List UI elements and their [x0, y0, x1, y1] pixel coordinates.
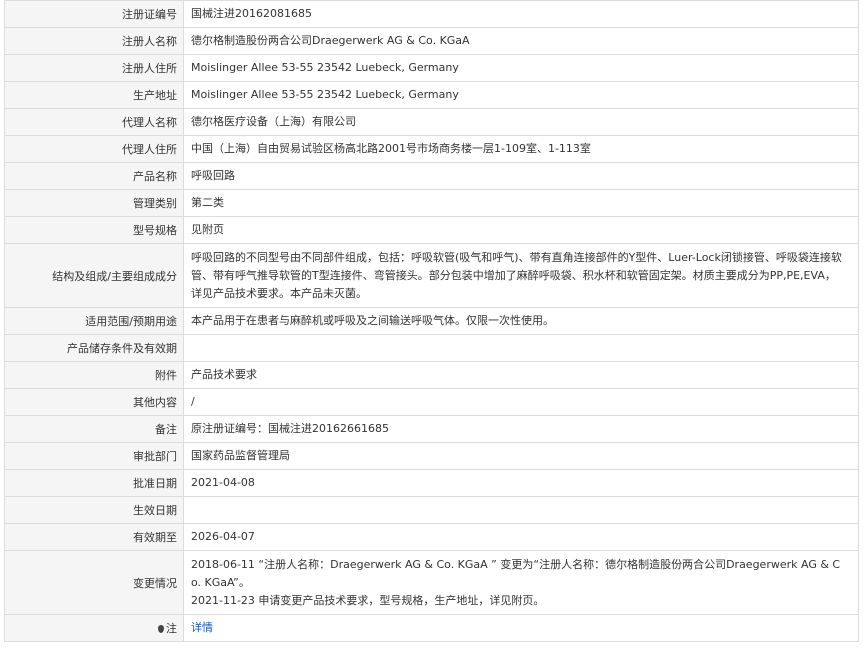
table-row: 备注 原注册证编号：国械注进20162661685	[4, 415, 859, 443]
field-label: 变更情况	[4, 550, 184, 615]
table-row: 适用范围/预期用途 本产品用于在患者与麻醉机或呼吸及之间输送呼吸气体。仅限一次性…	[4, 307, 859, 335]
note-label: 注	[166, 622, 177, 635]
table-row: 代理人住所 中国（上海）自由贸易试验区杨高北路2001号市场商务楼一层1-109…	[4, 135, 859, 163]
table-row: 其他内容 /	[4, 388, 859, 416]
table-row: 附件 产品技术要求	[4, 361, 859, 389]
field-value: 本产品用于在患者与麻醉机或呼吸及之间输送呼吸气体。仅限一次性使用。	[183, 307, 859, 335]
field-label: 生产地址	[4, 81, 184, 109]
details-link[interactable]: 详情	[191, 621, 213, 634]
field-label: 产品名称	[4, 162, 184, 190]
field-value: /	[183, 388, 859, 416]
table-row: 批准日期 2021-04-08	[4, 469, 859, 497]
field-value: 呼吸回路	[183, 162, 859, 190]
registration-info-panel: 注册证编号 国械注进20162081685 注册人名称 德尔格制造股份两合公司D…	[4, 0, 859, 642]
field-label: 代理人住所	[4, 135, 184, 163]
field-label: 注册人住所	[4, 54, 184, 82]
field-label: 其他内容	[4, 388, 184, 416]
field-label: 审批部门	[4, 442, 184, 470]
field-value: Moislinger Allee 53-55 23542 Luebeck, Ge…	[183, 54, 859, 82]
table-row: 代理人名称 德尔格医疗设备（上海）有限公司	[4, 108, 859, 136]
table-row: 产品名称 呼吸回路	[4, 162, 859, 190]
field-label: 批准日期	[4, 469, 184, 497]
field-label: 结构及组成/主要组成成分	[4, 243, 184, 308]
field-label: 备注	[4, 415, 184, 443]
table-row: 产品储存条件及有效期	[4, 334, 859, 362]
field-label: 管理类别	[4, 189, 184, 217]
field-label: 代理人名称	[4, 108, 184, 136]
table-row: 注册证编号 国械注进20162081685	[4, 0, 859, 28]
value-line: 呼吸回路的不同型号由不同部件组成，包括：呼吸软管(吸气和呼气)、带有直角连接部件…	[191, 250, 842, 264]
registration-table: 注册证编号 国械注进20162081685 注册人名称 德尔格制造股份两合公司D…	[4, 0, 859, 642]
table-row: 生产地址 Moislinger Allee 53-55 23542 Luebec…	[4, 81, 859, 109]
field-value: 国械注进20162081685	[183, 0, 859, 28]
field-value: 中国（上海）自由贸易试验区杨高北路2001号市场商务楼一层1-109室、1-11…	[183, 135, 859, 163]
table-row: 有效期至 2026-04-07	[4, 523, 859, 551]
field-value: 原注册证编号：国械注进20162661685	[183, 415, 859, 443]
field-value: 呼吸回路的不同型号由不同部件组成，包括：呼吸软管(吸气和呼气)、带有直角连接部件…	[183, 243, 859, 308]
table-row: 审批部门 国家药品监督管理局	[4, 442, 859, 470]
table-row: 生效日期	[4, 496, 859, 524]
value-line: o. KGaA”。	[191, 575, 250, 589]
field-value	[183, 334, 859, 362]
field-label: 注	[4, 614, 184, 642]
table-row: 注册人住所 Moislinger Allee 53-55 23542 Luebe…	[4, 54, 859, 82]
field-value: 国家药品监督管理局	[183, 442, 859, 470]
field-value: 2018-06-11 “注册人名称：Draegerwerk AG & Co. K…	[183, 550, 859, 615]
field-value	[183, 496, 859, 524]
value-line: 2018-06-11 “注册人名称：Draegerwerk AG & Co. K…	[191, 557, 841, 571]
table-row: 注 详情	[4, 614, 859, 642]
field-label: 生效日期	[4, 496, 184, 524]
field-label: 注册证编号	[4, 0, 184, 28]
field-value: 2026-04-07	[183, 523, 859, 551]
field-value: 产品技术要求	[183, 361, 859, 389]
field-value: 第二类	[183, 189, 859, 217]
table-row: 结构及组成/主要组成成分 呼吸回路的不同型号由不同部件组成，包括：呼吸软管(吸气…	[4, 243, 859, 308]
field-label: 注册人名称	[4, 27, 184, 55]
table-row: 管理类别 第二类	[4, 189, 859, 217]
field-label: 有效期至	[4, 523, 184, 551]
field-value: 2021-04-08	[183, 469, 859, 497]
field-value: 德尔格医疗设备（上海）有限公司	[183, 108, 859, 136]
field-label: 型号规格	[4, 216, 184, 244]
table-row: 型号规格 见附页	[4, 216, 859, 244]
value-line: 详见产品技术要求。本产品未灭菌。	[191, 286, 367, 300]
field-value: Moislinger Allee 53-55 23542 Luebeck, Ge…	[183, 81, 859, 109]
field-value: 详情	[183, 614, 859, 642]
field-value: 德尔格制造股份两合公司Draegerwerk AG & Co. KGaA	[183, 27, 859, 55]
field-label: 产品储存条件及有效期	[4, 334, 184, 362]
field-label: 适用范围/预期用途	[4, 307, 184, 335]
location-pin-icon	[158, 625, 164, 633]
value-line: 2021-11-23 申请变更产品技术要求，型号规格，生产地址，详见附页。	[191, 593, 545, 607]
value-line: 管、带有呼气推导软管的T型连接件、弯管接头。部分包装中增加了麻醉呼吸袋、积水杯和…	[191, 268, 836, 282]
field-value: 见附页	[183, 216, 859, 244]
field-label: 附件	[4, 361, 184, 389]
table-row: 注册人名称 德尔格制造股份两合公司Draegerwerk AG & Co. KG…	[4, 27, 859, 55]
table-row: 变更情况 2018-06-11 “注册人名称：Draegerwerk AG & …	[4, 550, 859, 615]
